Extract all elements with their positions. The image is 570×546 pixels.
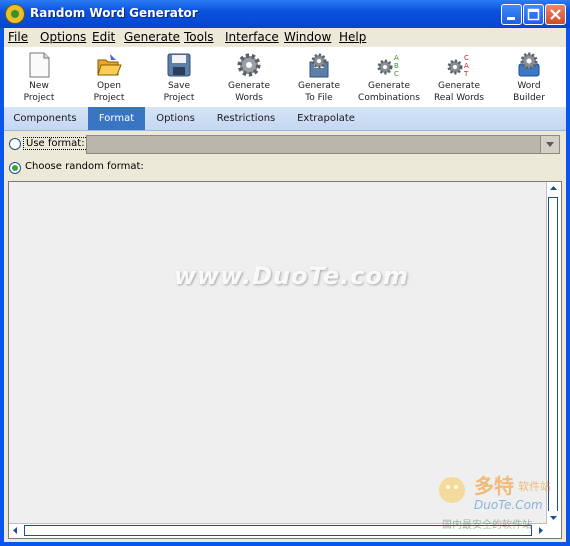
corner-brand-cn: 多特	[474, 474, 514, 498]
watermark-text: www.DuoTe.com	[174, 262, 409, 290]
chevron-down-icon	[546, 142, 554, 147]
save-project-button[interactable]: Save Project	[148, 49, 210, 107]
menu-generate[interactable]: Generate	[124, 30, 180, 44]
save-project-label: Save Project	[163, 81, 195, 103]
generate-words-label: Generate Words	[227, 81, 271, 103]
tab-extrapolate[interactable]: Extrapolate	[288, 107, 364, 130]
gear-abc-icon: ABC	[377, 54, 399, 78]
arrow-up-icon	[550, 186, 557, 190]
maximize-button[interactable]	[523, 4, 544, 25]
client-area: File Options Edit Generate Tools Interfa…	[4, 28, 566, 542]
use-format-row: Use format:	[4, 132, 566, 156]
close-icon	[550, 9, 561, 20]
scroll-left-button[interactable]	[9, 524, 22, 537]
open-project-button[interactable]: Open Project	[78, 49, 140, 107]
word-builder-button[interactable]: Word Builder	[498, 49, 560, 107]
random-format-label: Choose random format:	[25, 161, 144, 172]
word-builder-icon	[518, 52, 540, 77]
menu-file[interactable]: File	[8, 30, 28, 44]
gear-cat-icon: CAT	[447, 54, 469, 78]
generate-combinations-label: Generate Combinations	[358, 81, 420, 103]
save-project-icon	[167, 53, 191, 77]
window-title: Random Word Generator	[30, 6, 198, 20]
minimize-button[interactable]	[501, 4, 522, 25]
menu-edit[interactable]: Edit	[92, 30, 115, 44]
dropdown-arrow-button[interactable]	[540, 136, 559, 153]
menu-interface[interactable]: Interface	[225, 30, 279, 44]
use-format-label: Use format:	[23, 137, 88, 150]
corner-slogan: 国内最安全的软件站	[442, 520, 532, 531]
menu-help[interactable]: Help	[339, 30, 366, 44]
random-format-radio[interactable]	[9, 162, 21, 174]
maximize-icon	[527, 8, 540, 21]
minimize-icon	[507, 17, 515, 20]
svg-text:C: C	[464, 54, 469, 62]
menu-tools[interactable]: Tools	[184, 30, 214, 44]
corner-brand-sub: 软件站	[518, 480, 551, 493]
arrow-left-icon	[13, 527, 17, 534]
tab-options[interactable]: Options	[147, 107, 204, 130]
menu-options[interactable]: Options	[40, 30, 86, 44]
open-project-icon	[97, 54, 122, 76]
app-window: Random Word Generator File Options Edit …	[0, 0, 570, 546]
generate-real-words-label: Generate Real Words	[433, 81, 485, 103]
tab-bar: Components Format Options Restrictions E…	[4, 107, 566, 131]
toolbar: New Project Open Project Save Project Ge…	[4, 47, 566, 107]
tab-components[interactable]: Components	[4, 107, 86, 130]
gear-icon	[237, 53, 261, 77]
svg-text:C: C	[394, 70, 399, 78]
close-button[interactable]	[545, 4, 566, 25]
menu-bar: File Options Edit Generate Tools Interfa…	[4, 28, 566, 46]
generate-combinations-button[interactable]: ABC Generate Combinations	[358, 49, 420, 107]
menu-window[interactable]: Window	[284, 30, 331, 44]
generate-words-button[interactable]: Generate Words	[218, 49, 280, 107]
use-format-radio[interactable]	[9, 138, 21, 150]
new-project-button[interactable]: New Project	[8, 49, 70, 107]
svg-text:A: A	[464, 62, 469, 70]
app-logo-icon	[5, 4, 25, 24]
svg-text:B: B	[394, 62, 399, 70]
new-project-icon	[29, 52, 50, 78]
new-project-label: New Project	[23, 81, 55, 103]
svg-text:A: A	[394, 54, 399, 62]
open-project-label: Open Project	[93, 81, 125, 103]
svg-text:T: T	[463, 70, 469, 78]
generate-real-words-button[interactable]: CAT Generate Real Words	[428, 49, 490, 107]
scroll-up-button[interactable]	[547, 182, 560, 195]
tab-format[interactable]: Format	[88, 107, 145, 130]
tab-restrictions[interactable]: Restrictions	[206, 107, 286, 130]
corner-domain: DuoTe.Com	[474, 498, 543, 512]
generate-to-file-button[interactable]: Generate To File	[288, 49, 350, 107]
generate-to-file-label: Generate To File	[297, 81, 341, 103]
gear-file-icon	[309, 53, 329, 78]
title-bar[interactable]: Random Word Generator	[0, 0, 570, 28]
format-select[interactable]	[86, 135, 560, 154]
corner-watermark: 多特 软件站 DuoTe.Com 国内最安全的软件站	[436, 468, 566, 538]
word-builder-label: Word Builder	[513, 81, 545, 103]
